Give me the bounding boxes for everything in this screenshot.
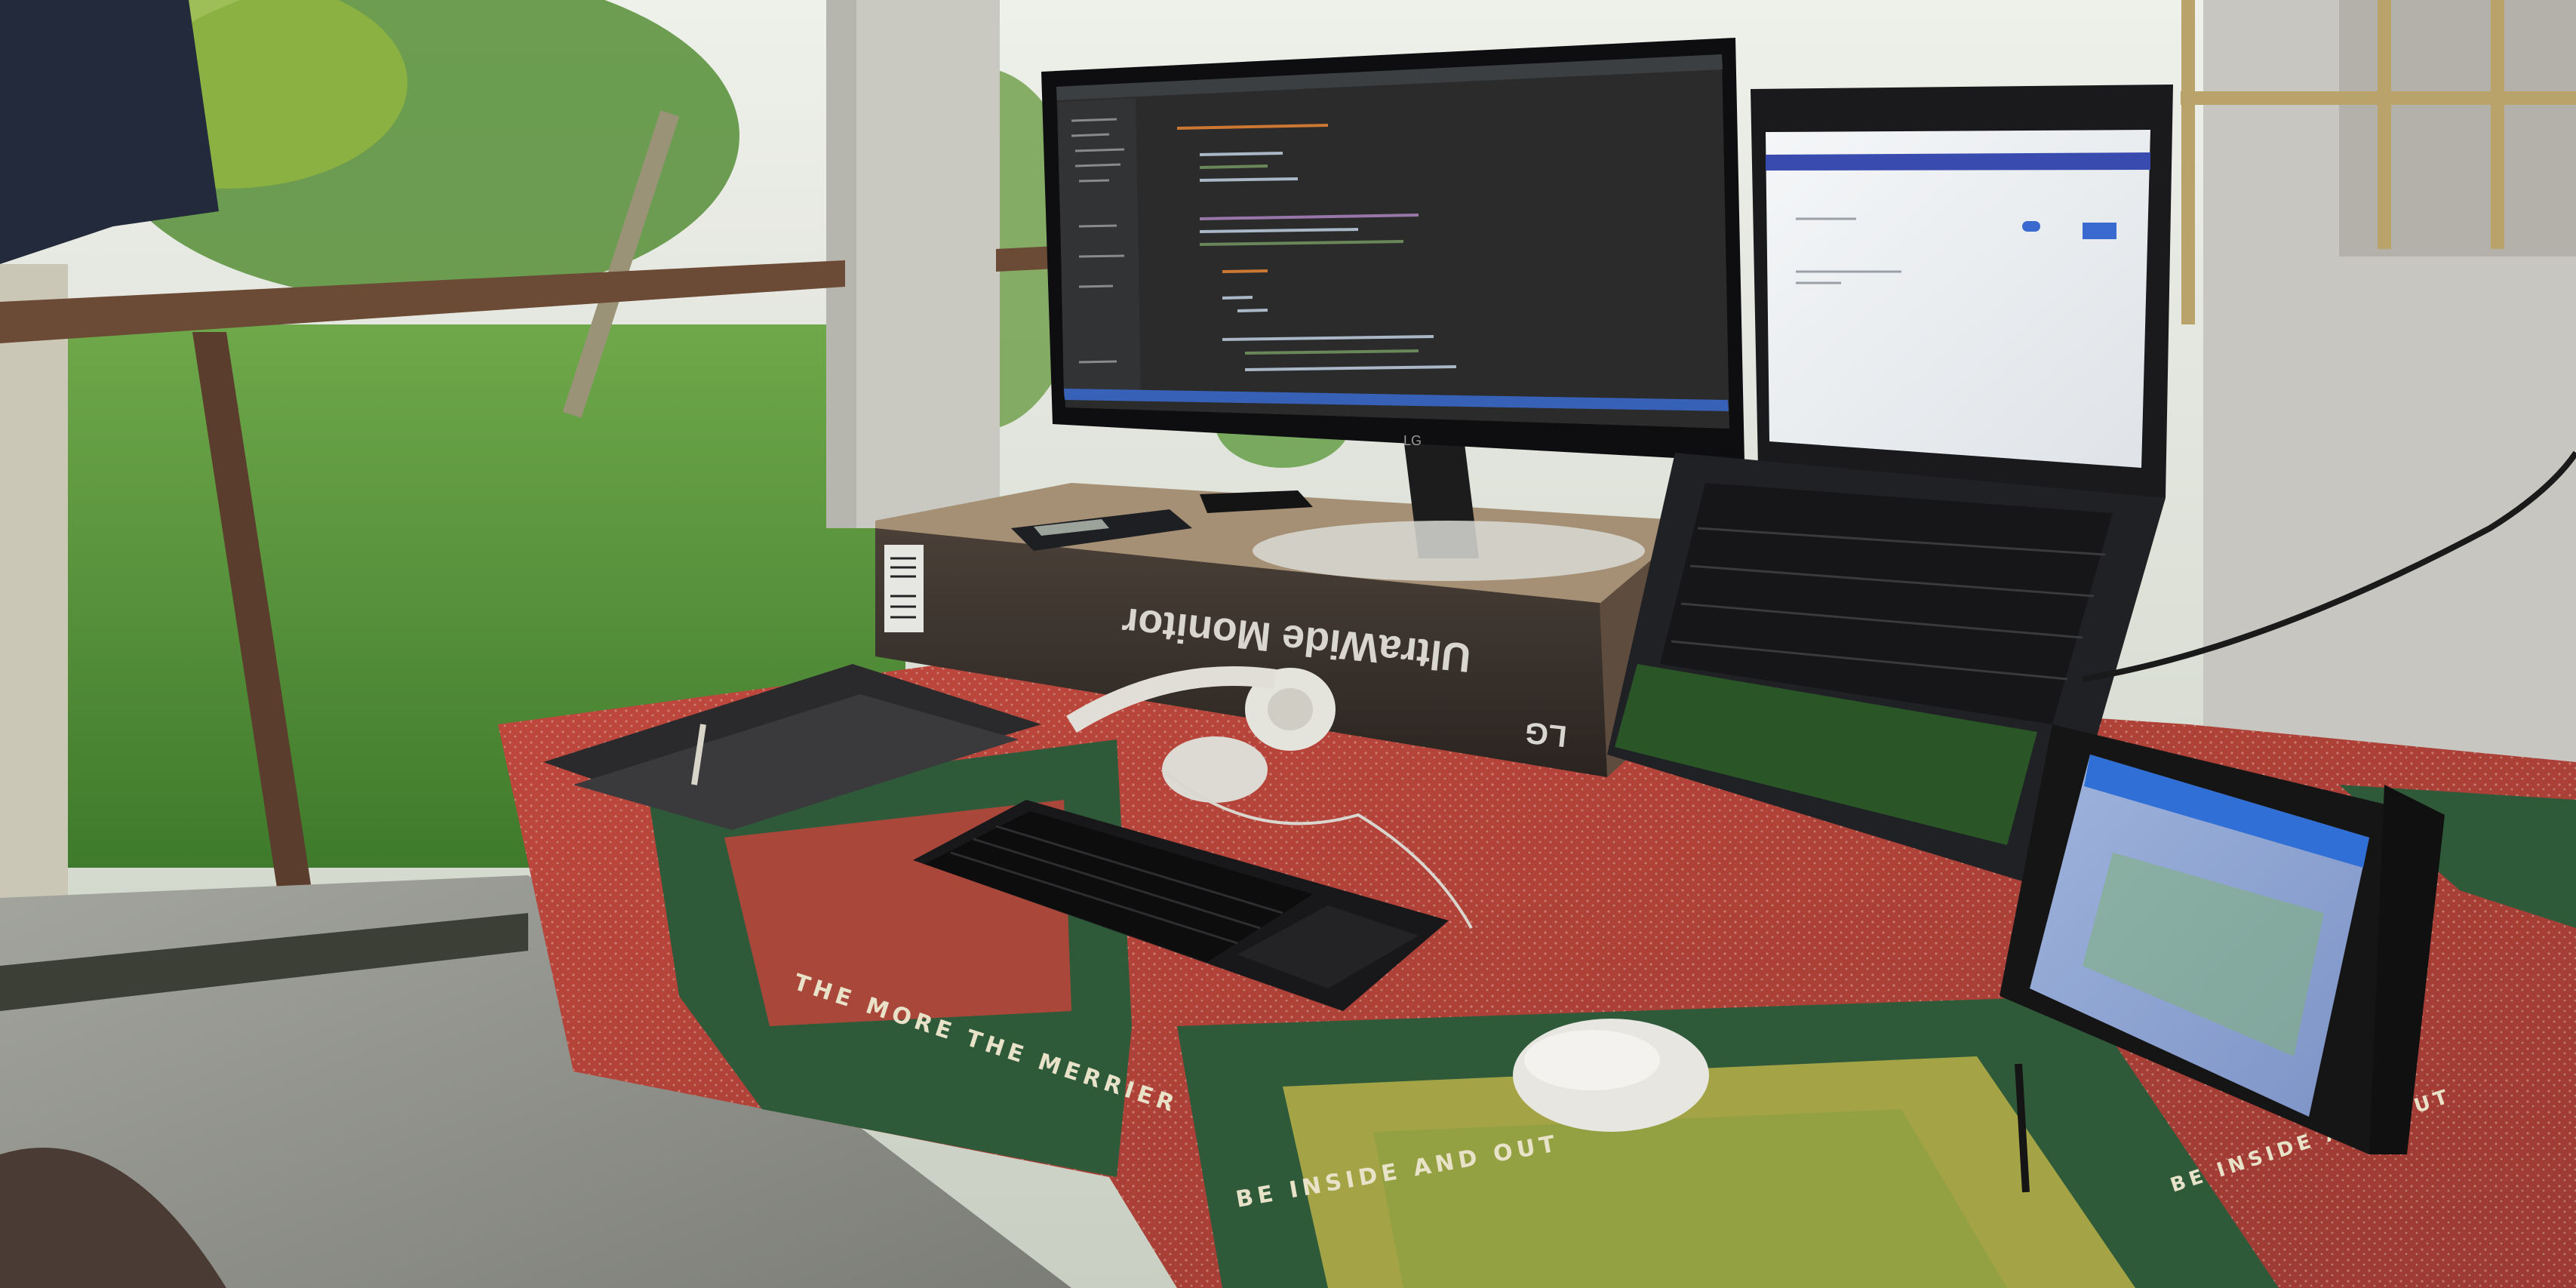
laptop-browser-header (1766, 152, 2150, 171)
monitor-brand-logo: LG (1403, 433, 1422, 448)
tree-trunk (0, 264, 68, 928)
desk-setup-photo: THE MORE THE MERRIER BE INSIDE AND OUT B… (0, 0, 2576, 1288)
photo-canvas: THE MORE THE MERRIER BE INSIDE AND OUT B… (0, 0, 2576, 1288)
box-label-brand: LG (1523, 715, 1569, 753)
laptop-screen (1766, 130, 2150, 468)
ultrawide-monitor: LG (1041, 38, 1744, 462)
ide-project-sidebar (1058, 98, 1141, 396)
